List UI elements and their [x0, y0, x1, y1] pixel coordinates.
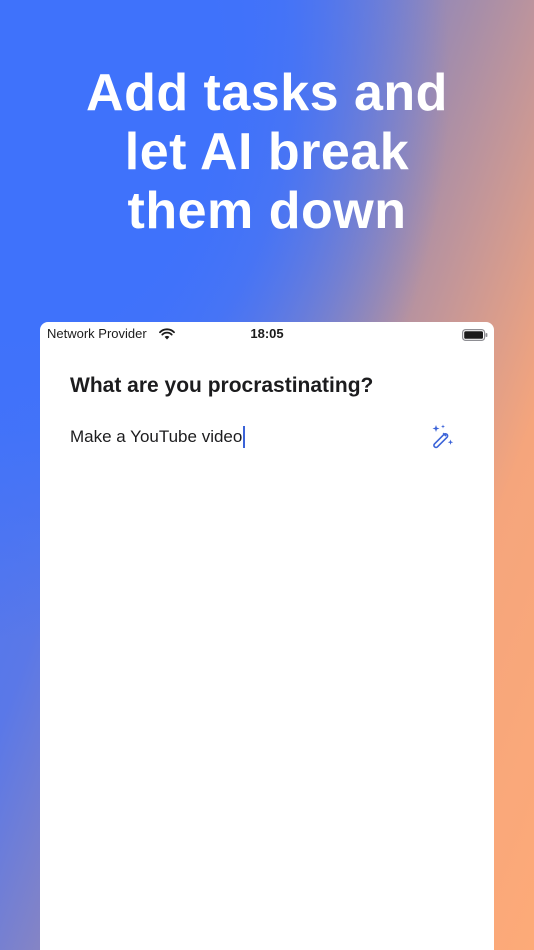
status-time: 18:05 — [250, 326, 284, 341]
battery-icon — [462, 328, 488, 346]
ai-breakdown-button[interactable] — [430, 423, 456, 449]
text-caret — [243, 426, 246, 448]
prompt-heading: What are you procrastinating? — [70, 374, 374, 397]
phone-screen: Network Provider 18:05 What are you proc… — [40, 322, 494, 950]
task-input[interactable]: Make a YouTube video — [70, 426, 410, 450]
magic-wand-icon — [432, 424, 454, 449]
promo-headline: Add tasks and let AI break them down — [86, 64, 448, 240]
status-bar: Network Provider 18:05 — [40, 322, 494, 346]
task-input-value[interactable]: Make a YouTube video — [70, 427, 242, 447]
